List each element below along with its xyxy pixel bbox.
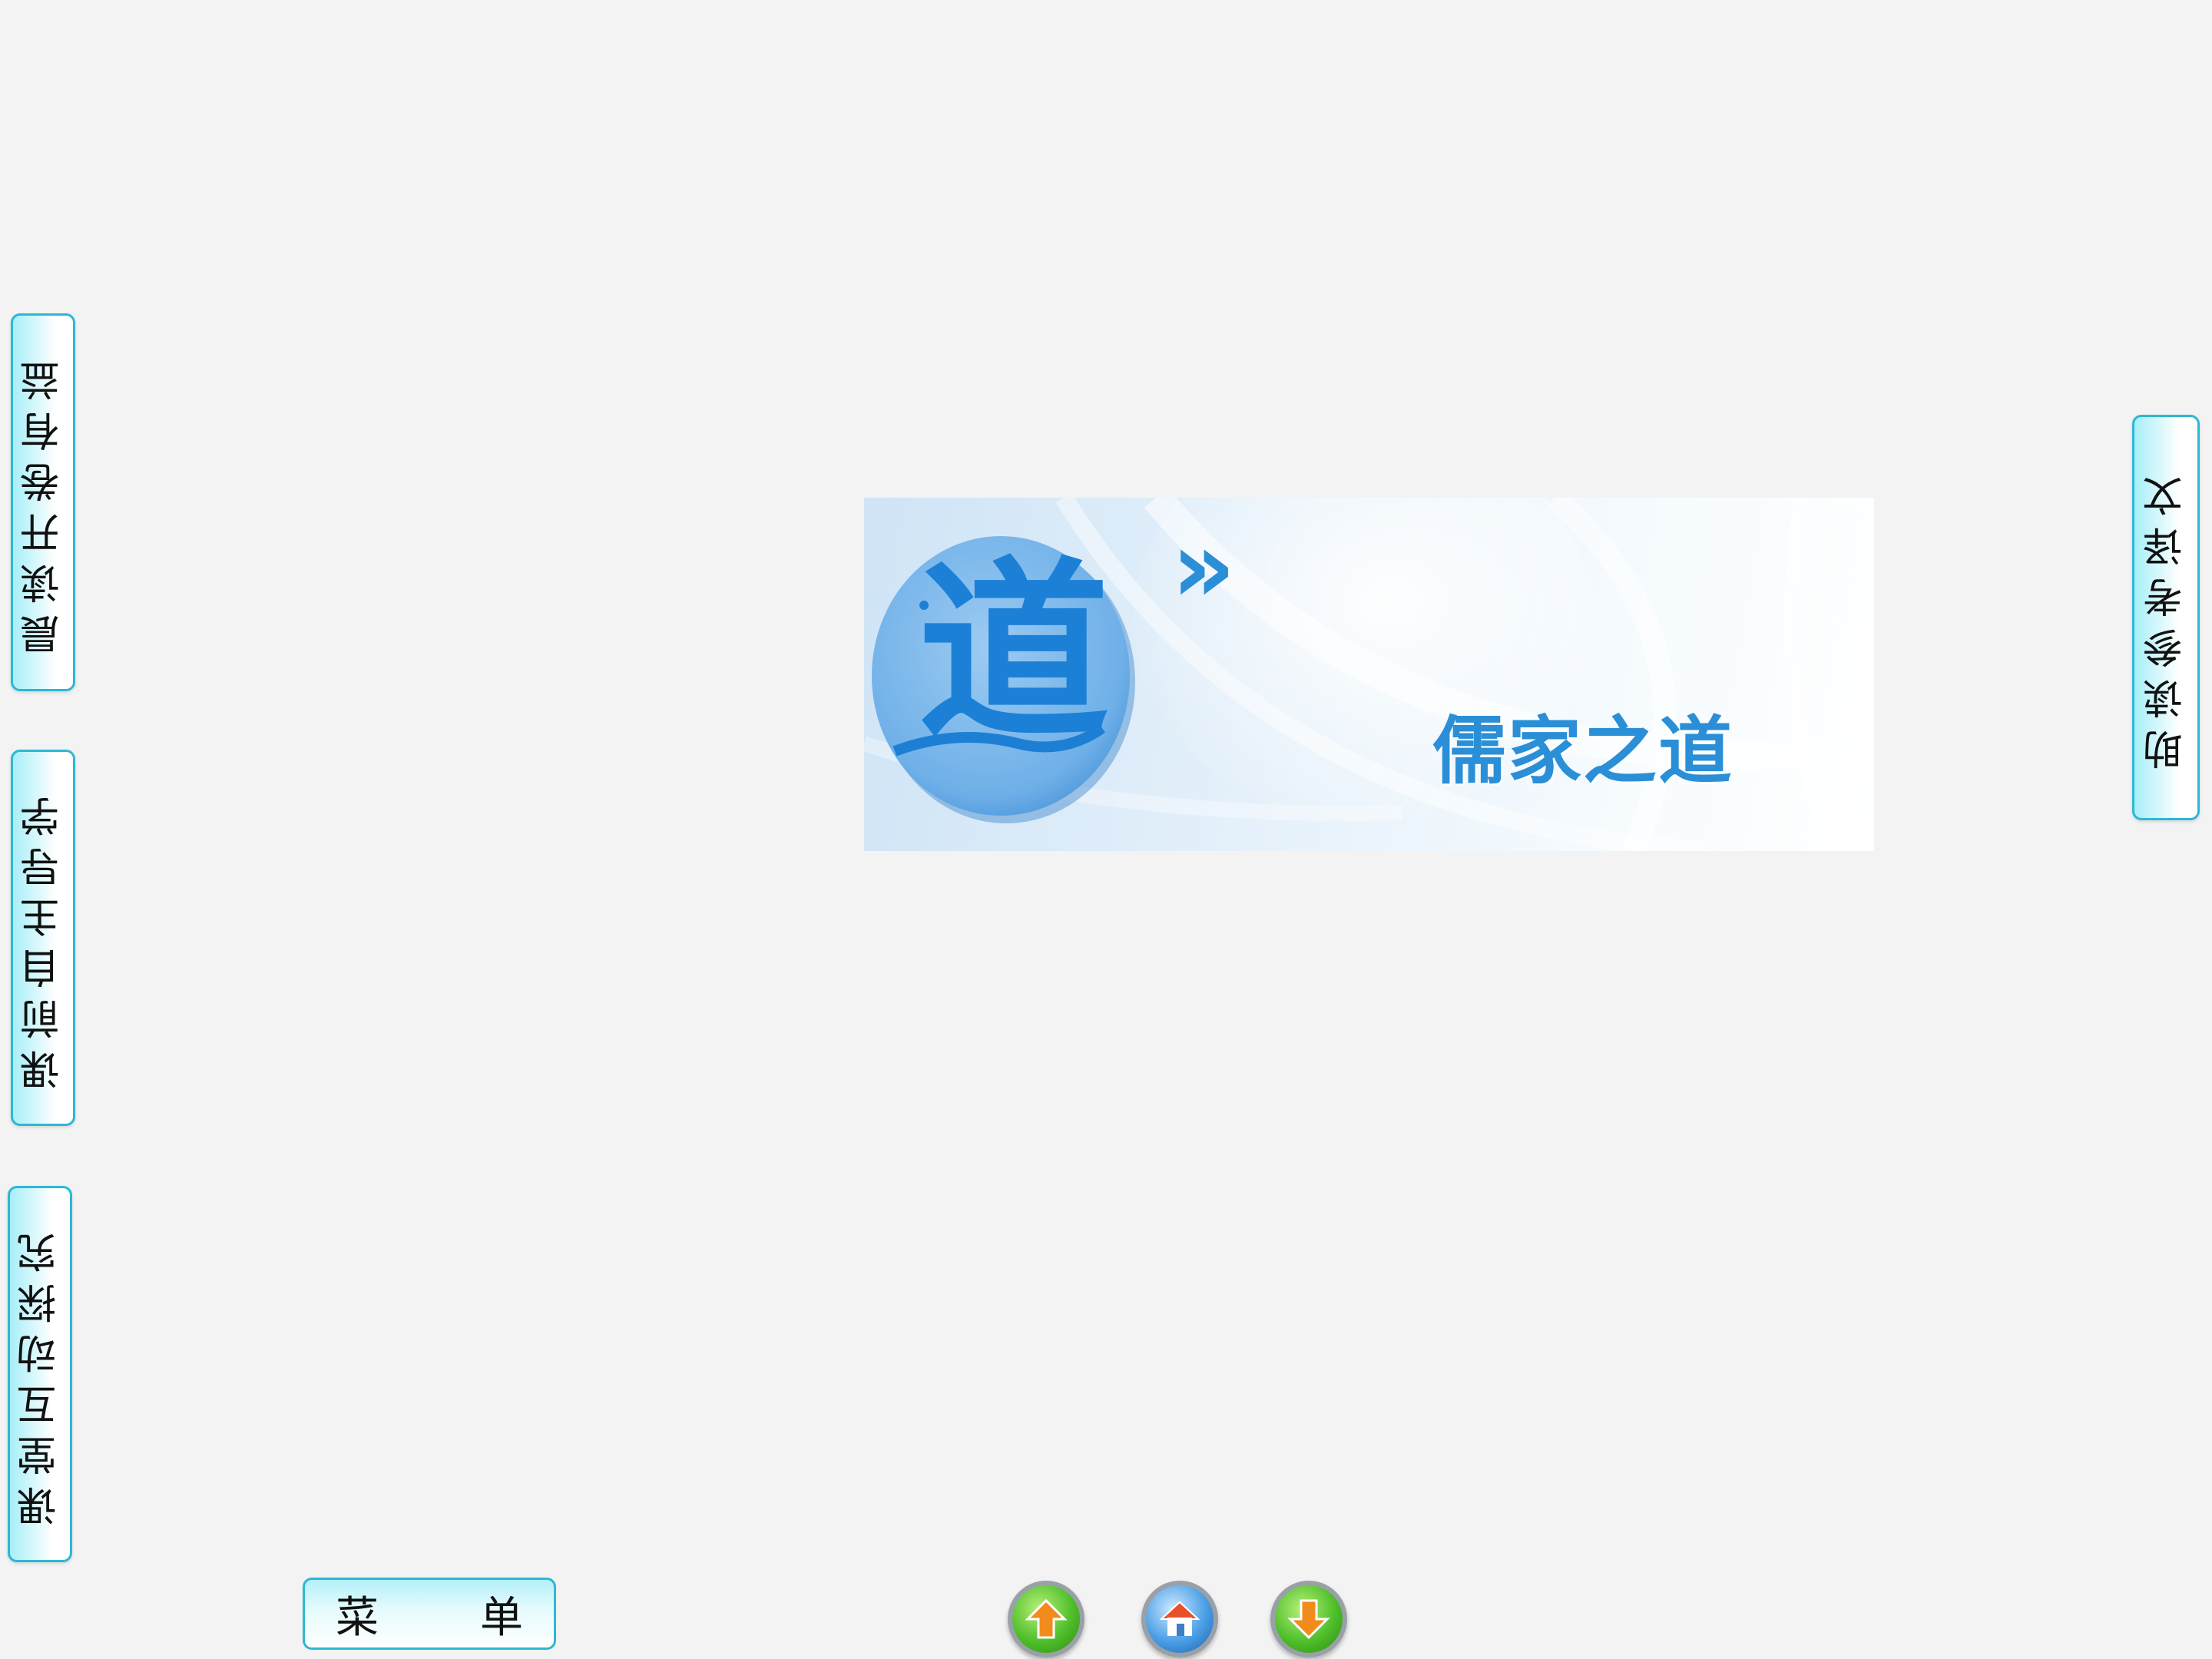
tab-reference-translation-label: 助读参考译文 [2143,465,2190,770]
tab-reference-translation[interactable]: 助读参考译文 [2132,415,2200,820]
menu-button-char2: 单 [480,1592,523,1643]
menu-button-char1: 菜 [336,1592,379,1643]
up-arrow-icon [1025,1598,1068,1639]
tab-preview-study[interactable]: 课前自主导学 [11,750,75,1126]
title-banner: 道 » 儒家之道 [864,498,1874,851]
tab-preview-study-label: 课前自主导学 [20,786,67,1090]
chevron-icon: » [1171,508,1236,625]
home-button[interactable] [1141,1581,1218,1657]
tab-class-interaction-label: 课堂互动探究 [17,1222,64,1526]
menu-button[interactable]: 菜 单 [303,1578,556,1650]
next-page-button[interactable] [1270,1581,1347,1657]
previous-page-button[interactable] [1008,1581,1084,1657]
seal-character: 道 [918,538,1110,764]
tab-class-interaction[interactable]: 课堂互动探究 [8,1186,72,1562]
down-arrow-icon [1287,1599,1330,1640]
banner-title: 儒家之道 [1432,708,1734,794]
home-icon [1159,1601,1200,1636]
tab-morning-reading[interactable]: 晨读开卷有益 [11,313,75,691]
tab-morning-reading-label: 晨读开卷有益 [20,350,67,654]
